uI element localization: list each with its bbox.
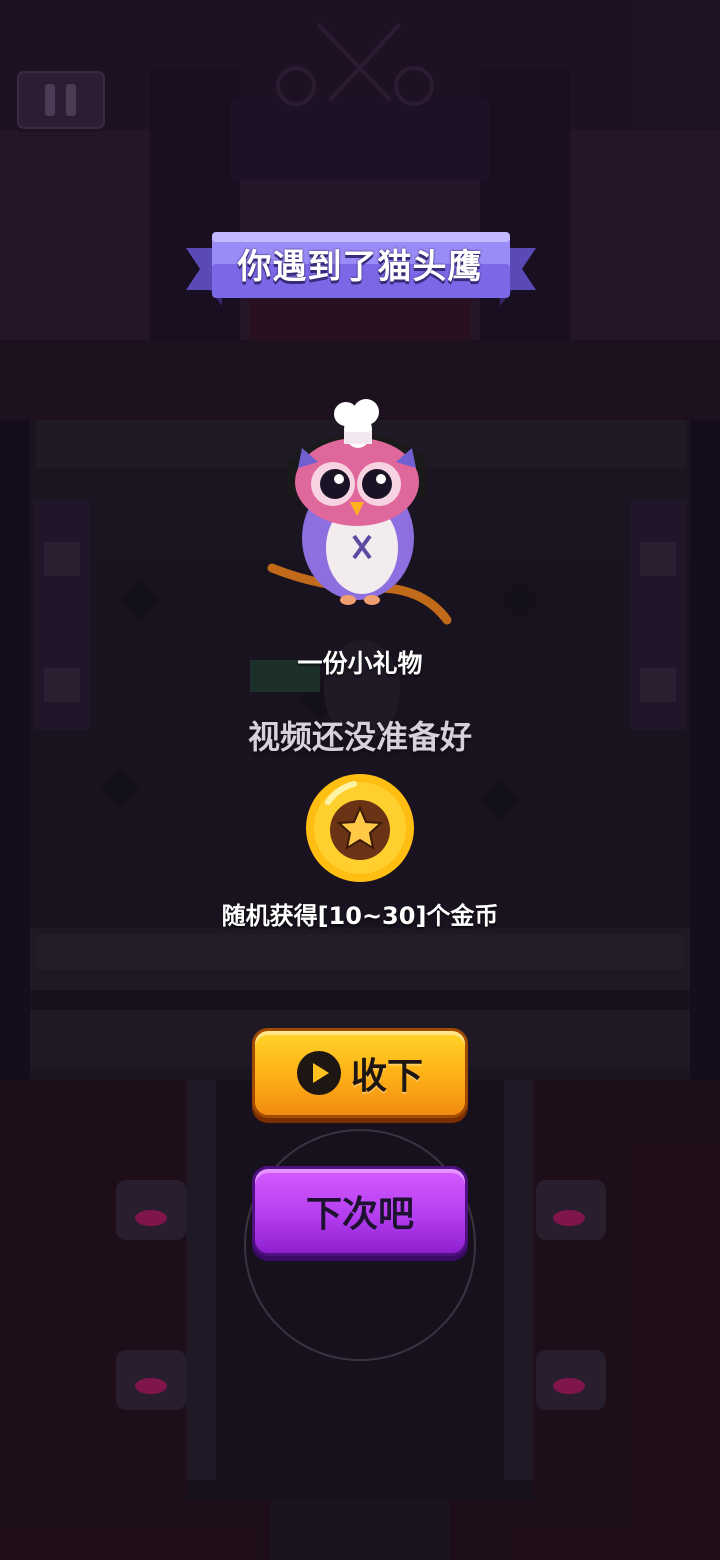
gold-star-coin-icon <box>306 774 414 882</box>
decline-button-label: 下次吧 <box>305 1194 414 1235</box>
owl-chef-icon <box>267 399 452 625</box>
reward-heading: 一份小礼物 <box>297 649 423 678</box>
video-status-text: 视频还没准备好 <box>247 718 472 756</box>
decline-button[interactable]: 下次吧 <box>252 1166 468 1256</box>
pause-icon <box>45 84 55 116</box>
accept-button[interactable]: 收下 <box>252 1028 468 1118</box>
reward-description: 随机获得[10~30]个金币 <box>221 902 499 930</box>
video-play-icon <box>296 1051 341 1095</box>
banner-title: 你遇到了猫头鹰 <box>237 246 483 287</box>
pause-button[interactable] <box>14 68 108 132</box>
accept-button-label: 收下 <box>350 1056 423 1097</box>
